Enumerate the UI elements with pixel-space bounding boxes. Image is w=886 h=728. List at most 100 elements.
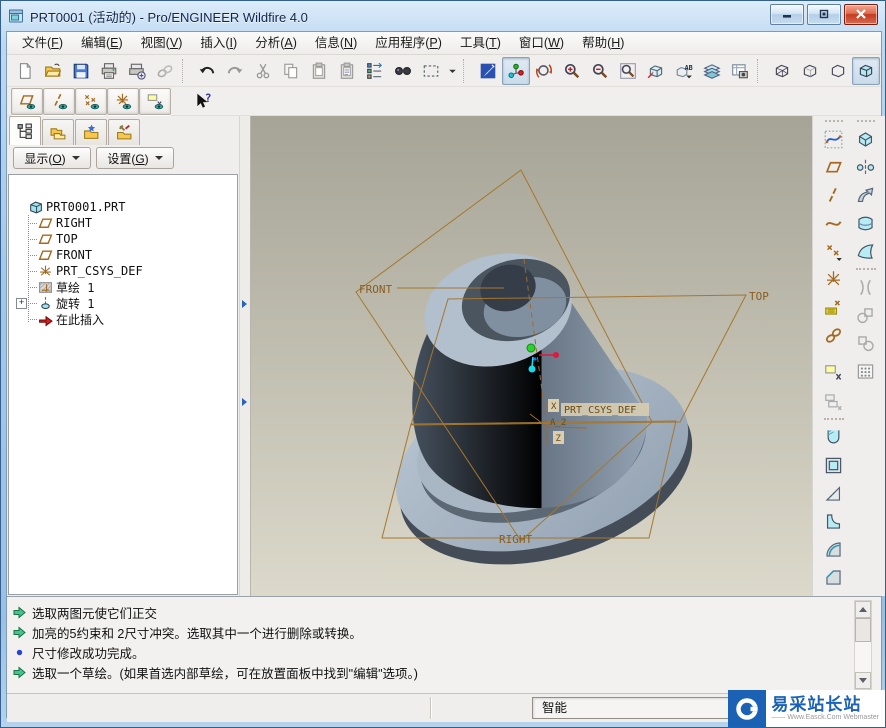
find-button[interactable] xyxy=(389,57,417,85)
datum-curve-tool-button[interactable] xyxy=(819,209,848,237)
tree-item[interactable]: FRONT xyxy=(15,247,237,263)
datum-plane-tool-button[interactable] xyxy=(819,153,848,181)
round-tool-button[interactable] xyxy=(819,535,848,563)
sweep-tool-button[interactable] xyxy=(851,181,880,209)
restore-button[interactable] xyxy=(807,3,841,25)
tree-menu-button-1[interactable]: 设置(G) xyxy=(96,147,174,169)
link-button[interactable] xyxy=(151,57,179,85)
shaded-button[interactable] xyxy=(852,56,880,85)
named-views-button[interactable]: AB xyxy=(670,57,698,85)
extrude-tool-button[interactable] xyxy=(851,125,880,153)
datum-point-tool-button[interactable] xyxy=(819,237,848,265)
tree-item[interactable]: PRT_CSYS_DEF xyxy=(15,263,237,279)
model-tree-tab[interactable] xyxy=(9,116,41,145)
plane-display-button[interactable] xyxy=(11,87,43,115)
top-plane-label[interactable]: TOP xyxy=(749,290,769,303)
paste-special-button[interactable] xyxy=(333,57,361,85)
pattern-tool-button[interactable] xyxy=(851,357,880,385)
favorites-tab[interactable] xyxy=(75,119,107,145)
splitter-arrow-icon[interactable] xyxy=(242,300,247,308)
scroll-up-button[interactable] xyxy=(855,601,871,618)
tree-item[interactable]: 草绘 1 xyxy=(15,279,237,295)
tree-item[interactable]: RIGHT xyxy=(15,215,237,231)
axis-display-button[interactable] xyxy=(43,87,75,115)
menu-item-0[interactable]: 文件(F) xyxy=(13,32,72,54)
menu-item-2[interactable]: 视图(V) xyxy=(132,32,192,54)
zoom-in-button[interactable] xyxy=(558,57,586,85)
saved-views-button[interactable] xyxy=(642,57,670,85)
annotation-tool-alt-button[interactable] xyxy=(819,387,848,415)
annotation-tool-button[interactable] xyxy=(819,359,848,387)
connections-tab[interactable] xyxy=(108,119,140,145)
right-plane-label[interactable]: RIGHT xyxy=(499,533,532,546)
csys-display-button[interactable] xyxy=(107,87,139,115)
sketch-tool-button[interactable] xyxy=(819,125,848,153)
link-tool-button[interactable] xyxy=(819,321,848,349)
paste-button[interactable] xyxy=(305,57,333,85)
redo-button[interactable] xyxy=(221,57,249,85)
model-tree-settings-button[interactable] xyxy=(361,57,389,85)
style-tool-button[interactable] xyxy=(851,237,880,265)
annotation-display-button[interactable] xyxy=(139,87,171,115)
tree-item[interactable]: 在此插入 xyxy=(15,311,237,327)
hidden-line-button[interactable] xyxy=(796,57,824,85)
wireframe-button[interactable] xyxy=(768,57,796,85)
print-setup-button[interactable] xyxy=(123,57,151,85)
view-manager-button[interactable] xyxy=(726,57,754,85)
menu-item-8[interactable]: 窗口(W) xyxy=(510,32,573,54)
orient-mode-button[interactable] xyxy=(530,57,558,85)
menu-item-1[interactable]: 编辑(E) xyxy=(72,32,132,54)
merge-tool-button[interactable] xyxy=(851,301,880,329)
new-file-button[interactable] xyxy=(11,57,39,85)
datum-csys-tool-button[interactable] xyxy=(819,265,848,293)
scrollbar-thumb[interactable] xyxy=(855,618,871,642)
context-help-button[interactable]: ? xyxy=(187,88,219,115)
menu-item-4[interactable]: 分析(A) xyxy=(246,32,306,54)
panel-splitter[interactable] xyxy=(239,116,251,596)
chamfer-tool-button[interactable] xyxy=(819,563,848,591)
expand-icon[interactable]: + xyxy=(16,297,27,309)
rib-tool-button[interactable] xyxy=(819,507,848,535)
tree-menu-button-0[interactable]: 显示(O) xyxy=(13,147,91,169)
tree-item[interactable]: TOP xyxy=(15,231,237,247)
caret-button[interactable] xyxy=(445,57,460,85)
spin-center-button[interactable] xyxy=(502,56,530,85)
folder-browser-tab[interactable] xyxy=(42,119,74,145)
trim-tool-button[interactable] xyxy=(851,329,880,357)
tree-item[interactable]: + 旋转 1 xyxy=(15,295,237,311)
draft-tool-button[interactable] xyxy=(819,479,848,507)
pipe-tool-button[interactable] xyxy=(851,273,880,301)
selection-box-button[interactable] xyxy=(417,57,445,85)
datum-axis-tool-button[interactable] xyxy=(819,181,848,209)
minimize-button[interactable] xyxy=(770,3,804,25)
menu-item-7[interactable]: 工具(T) xyxy=(451,32,510,54)
front-plane-label[interactable]: FRONT xyxy=(359,283,392,296)
no-hidden-button[interactable] xyxy=(824,57,852,85)
zoom-out-button[interactable] xyxy=(586,57,614,85)
save-file-button[interactable] xyxy=(67,57,95,85)
splitter-arrow-icon[interactable] xyxy=(242,398,247,406)
cut-button[interactable] xyxy=(249,57,277,85)
shell-tool-button[interactable] xyxy=(819,451,848,479)
redraw-button[interactable] xyxy=(474,57,502,85)
revolve-tool-button[interactable] xyxy=(851,153,880,181)
tree-item[interactable]: PRT0001.PRT xyxy=(15,199,237,215)
graphics-viewport[interactable]: X PRT_CSYS_DEF A_2 Z FRONT TOP RIGHT xyxy=(251,116,812,596)
refit-button[interactable] xyxy=(614,57,642,85)
boundary-blend-tool-button[interactable] xyxy=(851,209,880,237)
layers-button[interactable] xyxy=(698,57,726,85)
point-display-button[interactable] xyxy=(75,87,107,115)
message-scrollbar[interactable] xyxy=(854,600,872,690)
menu-item-3[interactable]: 插入(I) xyxy=(191,32,246,54)
menu-item-9[interactable]: 帮助(H) xyxy=(573,32,633,54)
close-button[interactable] xyxy=(844,3,878,25)
print-button[interactable] xyxy=(95,57,123,85)
scroll-down-button[interactable] xyxy=(855,672,871,689)
dimension-tool-button[interactable] xyxy=(819,293,848,321)
menu-item-6[interactable]: 应用程序(P) xyxy=(366,32,451,54)
copy-button[interactable] xyxy=(277,57,305,85)
undo-button[interactable] xyxy=(193,57,221,85)
hole-tool-button[interactable] xyxy=(819,423,848,451)
open-file-button[interactable] xyxy=(39,57,67,85)
menu-item-5[interactable]: 信息(N) xyxy=(306,32,366,54)
